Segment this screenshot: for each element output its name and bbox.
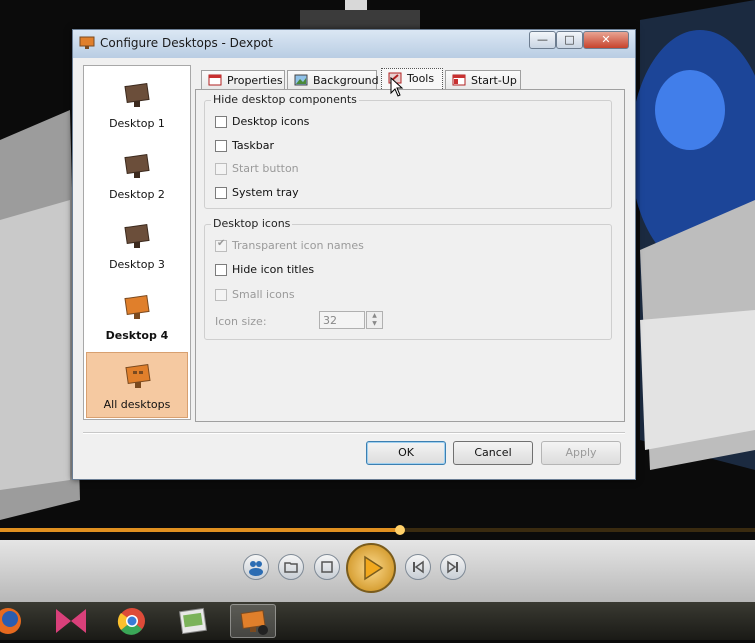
tab-label: Tools — [407, 72, 435, 85]
maximize-button[interactable]: □ — [556, 31, 583, 49]
checkbox-label: Taskbar — [232, 139, 274, 152]
folder-icon — [284, 562, 298, 573]
desktop-item-label: Desktop 3 — [109, 258, 165, 271]
desktop-item-2[interactable]: Desktop 2 — [86, 143, 188, 209]
people-button[interactable] — [243, 554, 269, 580]
desktop-icon — [124, 223, 150, 248]
desktop-item-4[interactable]: Desktop 4 — [86, 284, 188, 350]
play-icon — [364, 555, 384, 581]
monitor-icon — [79, 36, 95, 49]
previous-button[interactable] — [405, 554, 431, 580]
player-controls — [0, 540, 755, 602]
checkbox-label: System tray — [232, 186, 299, 199]
tab-label: Background — [313, 74, 379, 87]
play-button[interactable] — [346, 543, 396, 593]
desktop-item-label: Desktop 1 — [109, 117, 165, 130]
title-bar[interactable]: Configure Desktops - Dexpot — □ ✕ — [73, 30, 635, 58]
checkbox-label: Transparent icon names — [232, 239, 364, 252]
seek-bar[interactable] — [0, 525, 755, 535]
cursor-icon — [390, 77, 404, 97]
group-legend: Desktop icons — [211, 217, 293, 230]
taskbar-app-bowtie[interactable] — [48, 604, 94, 638]
open-folder-button[interactable] — [278, 554, 304, 580]
checkbox-label: Start button — [232, 162, 299, 175]
taskbar-photo-viewer[interactable] — [170, 604, 216, 638]
firefox-icon — [0, 608, 21, 634]
checkbox-box[interactable] — [215, 116, 227, 128]
checkbox-box: ✔ — [215, 238, 227, 252]
properties-icon — [208, 74, 222, 86]
picture-icon — [294, 74, 308, 86]
desktop-item-all[interactable]: All desktops — [86, 352, 188, 418]
icon-size-label: Icon size: — [215, 315, 267, 328]
photo-viewer-icon — [179, 607, 207, 635]
ok-button[interactable]: OK — [366, 441, 446, 465]
tab-properties[interactable]: Properties — [201, 70, 285, 90]
checkbox-box — [215, 163, 227, 175]
checkbox-box[interactable] — [215, 187, 227, 199]
next-button[interactable] — [440, 554, 466, 580]
desktop-item-label: Desktop 2 — [109, 188, 165, 201]
minimize-button[interactable]: — — [529, 31, 556, 49]
checkbox-label: Hide icon titles — [232, 263, 315, 276]
chrome-icon — [117, 608, 145, 635]
desktop-icon — [124, 153, 150, 178]
taskbar-dexpot[interactable] — [230, 604, 276, 638]
checkbox-box — [215, 289, 227, 301]
stop-button[interactable] — [314, 554, 340, 580]
window-icon — [452, 74, 466, 86]
icon-size-field: 32 — [319, 311, 365, 329]
cancel-button[interactable]: Cancel — [453, 441, 533, 465]
apply-button: Apply — [541, 441, 621, 465]
spin-down-icon: ▼ — [372, 320, 377, 327]
desktop-icon — [124, 294, 150, 319]
tab-label: Start-Up — [471, 74, 517, 87]
desktop-item-label: All desktops — [103, 398, 171, 411]
spin-up-icon: ▲ — [372, 312, 377, 319]
people-icon — [249, 561, 263, 576]
taskbar-chrome[interactable] — [109, 604, 155, 638]
desktop-icons-group: Desktop icons ✔ Transparent icon names H… — [204, 217, 612, 340]
icon-size-spinner: ▲ ▼ — [366, 311, 383, 329]
tab-label: Properties — [227, 74, 283, 87]
taskbar — [0, 602, 755, 640]
checkbox-label: Small icons — [232, 288, 295, 301]
checkbox-label: Desktop icons — [232, 115, 310, 128]
group-legend: Hide desktop components — [211, 93, 359, 106]
all-desktops-icon — [125, 363, 151, 388]
configure-desktops-dialog: Configure Desktops - Dexpot — □ ✕ Deskto… — [72, 29, 636, 480]
tab-background[interactable]: Background — [287, 70, 379, 90]
checkbox-box[interactable] — [215, 264, 227, 276]
close-button[interactable]: ✕ — [583, 31, 629, 49]
tools-tab-panel: Hide desktop components Desktop icons Ta… — [195, 89, 625, 422]
hide-components-group: Hide desktop components Desktop icons Ta… — [204, 93, 612, 209]
bowtie-app-icon — [56, 609, 86, 633]
checkmark-icon: ✔ — [217, 238, 226, 249]
desktop-item-1[interactable]: Desktop 1 — [86, 72, 188, 138]
desktop-list: Desktop 1 Desktop 2 Desktop 3 Desktop 4 — [83, 65, 191, 420]
stop-icon — [321, 561, 333, 573]
checkbox-box[interactable] — [215, 140, 227, 152]
next-icon — [447, 560, 458, 574]
separator — [83, 432, 625, 434]
window-title: Configure Desktops - Dexpot — [100, 36, 273, 50]
dexpot-icon — [240, 609, 268, 635]
desktop-item-3[interactable]: Desktop 3 — [86, 213, 188, 279]
previous-icon — [413, 560, 424, 574]
tab-start-up[interactable]: Start-Up — [445, 70, 521, 90]
taskbar-firefox[interactable] — [0, 604, 36, 638]
desktop-item-label: Desktop 4 — [105, 329, 169, 342]
seek-progress — [0, 528, 401, 532]
desktop-icon — [124, 82, 150, 107]
